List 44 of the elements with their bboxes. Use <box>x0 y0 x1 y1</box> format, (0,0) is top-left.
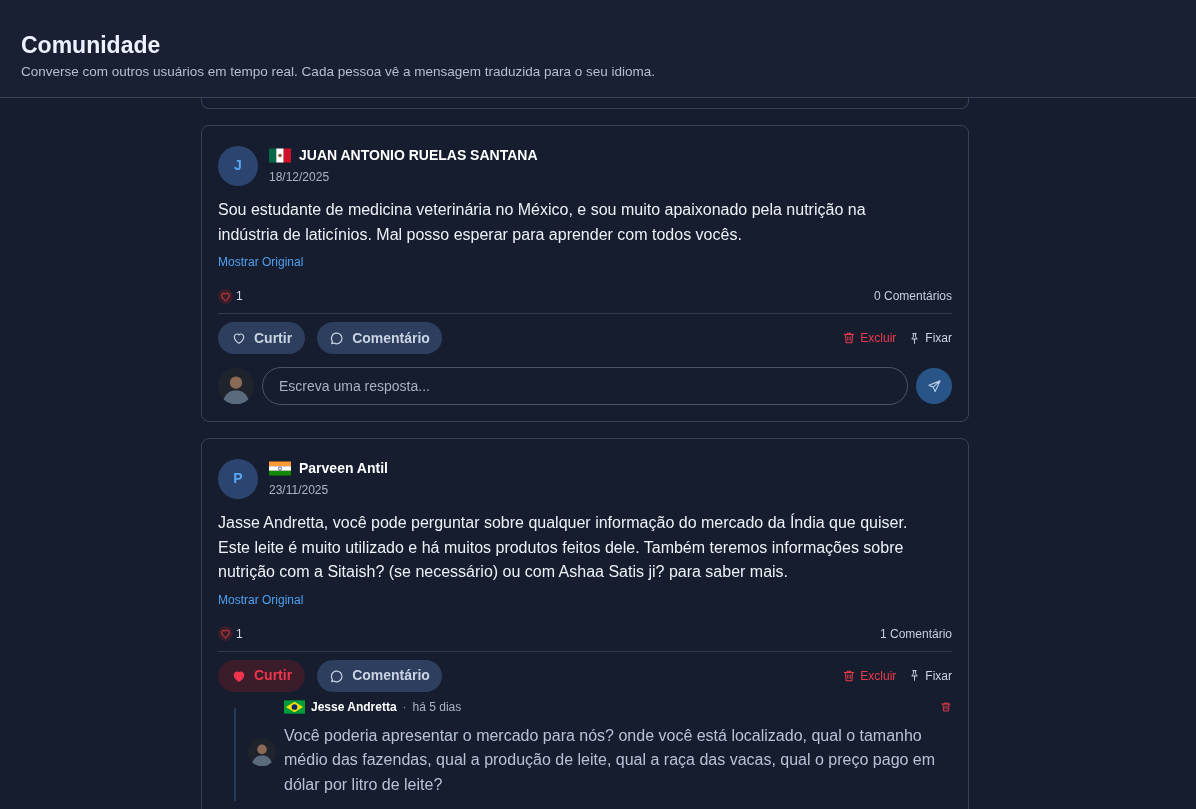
send-icon <box>926 378 942 394</box>
speech-bubble-icon <box>329 330 346 346</box>
reply-input[interactable]: Escreva uma resposta... <box>262 367 908 405</box>
author-name: Jesse Andretta <box>311 698 397 716</box>
post-text: Jasse Andretta, você pode perguntar sobre qualquer informação do mercado da Índia que quiser. Este leite é muito utilizado e há muitos produtos feitos dele. Também teremos informações sobre nutrição com a Sitaish? (se necessário) ou com Ashaa Satis ji? para saber mais. <box>218 512 909 582</box>
show-original-link[interactable]: Mostrar Original <box>218 253 304 271</box>
post-text: Sou estudante de medicina veterinária no México, e sou muito apaixonado pela nutrição na indústria de laticínios. Mal posso esperar para aprender com todos vocês. <box>218 200 867 245</box>
separator-dot: · <box>402 698 407 716</box>
avatar <box>218 368 254 404</box>
send-button[interactable] <box>916 368 952 404</box>
delete-button[interactable]: Excluir <box>842 666 897 685</box>
trash-icon <box>940 700 952 713</box>
like-button[interactable]: Curtir <box>218 322 306 354</box>
pin-button[interactable]: Fixar <box>908 329 952 347</box>
flag-icon <box>269 148 291 163</box>
post-date: 18/12/2025 <box>269 169 331 186</box>
comment-count: 1 Comentário <box>879 625 952 643</box>
comment-button[interactable]: Comentário <box>317 659 442 692</box>
flag-icon <box>284 699 305 714</box>
avatar: J <box>218 145 258 186</box>
like-count: 1 <box>236 625 243 643</box>
pin-button[interactable]: Fixar <box>908 666 952 685</box>
comment-count: 0 Comentários <box>873 288 952 305</box>
show-original-link[interactable]: Mostrar Original <box>218 590 304 609</box>
like-button[interactable]: Curtir <box>218 659 306 692</box>
delete-button[interactable] <box>940 700 952 713</box>
author-name: JUAN ANTONIO RUELAS SANTANA <box>299 146 538 165</box>
flag-icon <box>269 461 291 476</box>
comment-time: há 5 dias <box>412 698 462 716</box>
comment-text: Você poderia apresentar o mercado para nós? onde você está localizado, qual o tamanho médio das fazendas, qual a produção de leite, qual a raça das vacas, qual o preço pago em dólar por litro de leite? <box>284 725 937 795</box>
page-title: Comunidade <box>21 31 162 60</box>
author-name: Parveen Antil <box>299 459 388 478</box>
trash-icon <box>842 668 857 683</box>
delete-button[interactable]: Excluir <box>842 329 897 347</box>
heart-icon <box>231 330 247 346</box>
like-count: 1 <box>236 288 243 305</box>
avatar <box>248 738 276 767</box>
trash-icon <box>842 331 857 345</box>
avatar: P <box>218 458 258 499</box>
speech-bubble-icon <box>329 667 346 684</box>
heart-icon <box>218 626 233 641</box>
post-date: 23/11/2025 <box>269 482 330 499</box>
page-subtitle: Converse com outros usuários em tempo real. Cada pessoa vê a mensagem traduzida para o seu idioma. <box>21 63 657 81</box>
comment-button[interactable]: Comentário <box>317 322 442 354</box>
